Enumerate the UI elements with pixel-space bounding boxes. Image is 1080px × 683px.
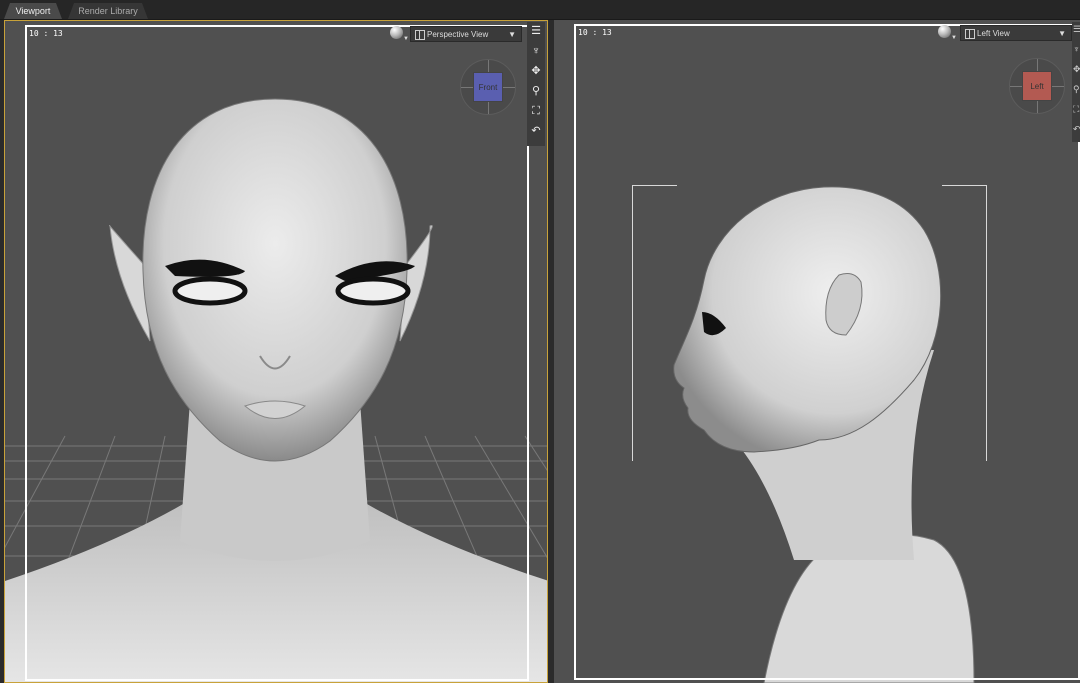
display-style-arrow-icon[interactable]: ▼ [951, 35, 957, 41]
viewport-options-icon[interactable]: ☰ [529, 24, 543, 38]
reset-view-icon[interactable]: ↶ [1073, 124, 1080, 136]
pan-icon[interactable]: ✥ [529, 64, 543, 78]
right-tool-strip: ☰ ♆ ✥ ⚲ ⛶ ↶ [1072, 22, 1080, 142]
navigation-cube[interactable]: Left [1009, 58, 1065, 114]
tab-viewport[interactable]: Viewport [4, 3, 62, 19]
crop-bracket-right [942, 185, 987, 461]
perspective-scene [5, 98, 547, 682]
cube-face-left[interactable]: Left [1022, 71, 1052, 101]
frame-icon[interactable]: ⛶ [529, 104, 543, 118]
viewport-options-icon[interactable]: ☰ [1073, 24, 1080, 36]
frame-icon[interactable]: ⛶ [1073, 104, 1079, 116]
pan-icon[interactable]: ✥ [1073, 64, 1080, 76]
orbit-icon[interactable]: ♆ [529, 44, 543, 58]
display-style-icon[interactable] [390, 26, 403, 39]
display-style-icon[interactable] [938, 25, 951, 38]
crop-bracket-left [632, 185, 677, 461]
viewport-tool-strip: ☰ ♆ ✥ ⚲ ⛶ ↶ [527, 22, 545, 146]
camera-selector[interactable]: Perspective View ▼ [410, 26, 522, 42]
viewport-tab-bar: Viewport Render Library [0, 0, 1080, 20]
zoom-icon[interactable]: ⚲ [1073, 84, 1080, 96]
orbit-icon[interactable]: ♆ [1073, 44, 1080, 56]
camera-selector-label: Perspective View [427, 30, 489, 39]
chevron-down-icon: ▼ [1058, 29, 1066, 38]
display-style-arrow-icon[interactable]: ▼ [403, 36, 409, 42]
camera-view-icon [415, 30, 425, 40]
cube-face-front[interactable]: Front [473, 72, 503, 102]
camera-selector-label: Left View [977, 29, 1010, 38]
camera-selector[interactable]: Left View ▼ [960, 25, 1072, 41]
navigation-cube[interactable]: Front [460, 59, 516, 115]
reset-view-icon[interactable]: ↶ [529, 124, 543, 138]
zoom-icon[interactable]: ⚲ [529, 84, 543, 98]
tab-render-library[interactable]: Render Library [68, 3, 148, 19]
chevron-down-icon: ▼ [508, 30, 516, 39]
fps-readout: 10 : 13 [29, 29, 63, 38]
perspective-viewport[interactable]: 10 : 13 ▼ Perspective View ▼ Front [4, 20, 548, 683]
fps-readout: 10 : 13 [578, 28, 612, 37]
camera-view-icon [965, 29, 975, 39]
left-viewport[interactable]: 10 : 13 ▼ Left View ▼ Left [554, 20, 1080, 683]
